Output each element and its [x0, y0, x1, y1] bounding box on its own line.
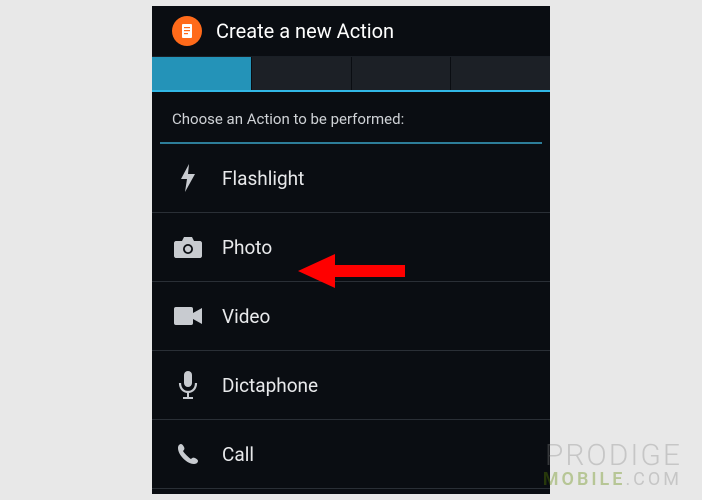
action-dictaphone[interactable]: Dictaphone [152, 351, 550, 420]
action-call[interactable]: Call [152, 420, 550, 489]
header: Create a new Action [152, 6, 550, 56]
action-label: Dictaphone [222, 374, 318, 397]
tab-3[interactable] [352, 57, 452, 90]
instruction-text: Choose an Action to be performed: [152, 92, 550, 142]
video-icon [174, 302, 202, 330]
action-label: Call [222, 443, 254, 466]
action-label: Flashlight [222, 167, 304, 190]
action-photo[interactable]: Photo [152, 213, 550, 282]
action-label: Photo [222, 236, 272, 259]
camera-icon [174, 233, 202, 261]
watermark-line1: PRODIGE [543, 442, 682, 471]
watermark-mobile: MOBILE [543, 469, 626, 490]
document-icon [179, 23, 195, 39]
app-icon [172, 16, 202, 46]
page-title: Create a new Action [216, 19, 394, 43]
action-label: Video [222, 305, 270, 328]
mic-icon [174, 371, 202, 399]
tab-2[interactable] [252, 57, 352, 90]
action-flashlight[interactable]: Flashlight [152, 144, 550, 213]
tab-1[interactable] [152, 57, 252, 90]
phone-icon [174, 440, 202, 468]
watermark: PRODIGE MOBILE.COM [543, 442, 682, 488]
flash-icon [174, 164, 202, 192]
tab-bar [152, 56, 550, 92]
watermark-com: .COM [625, 469, 682, 490]
action-video[interactable]: Video [152, 282, 550, 351]
tab-4[interactable] [451, 57, 550, 90]
app-screen: Create a new Action Choose an Action to … [152, 6, 550, 494]
